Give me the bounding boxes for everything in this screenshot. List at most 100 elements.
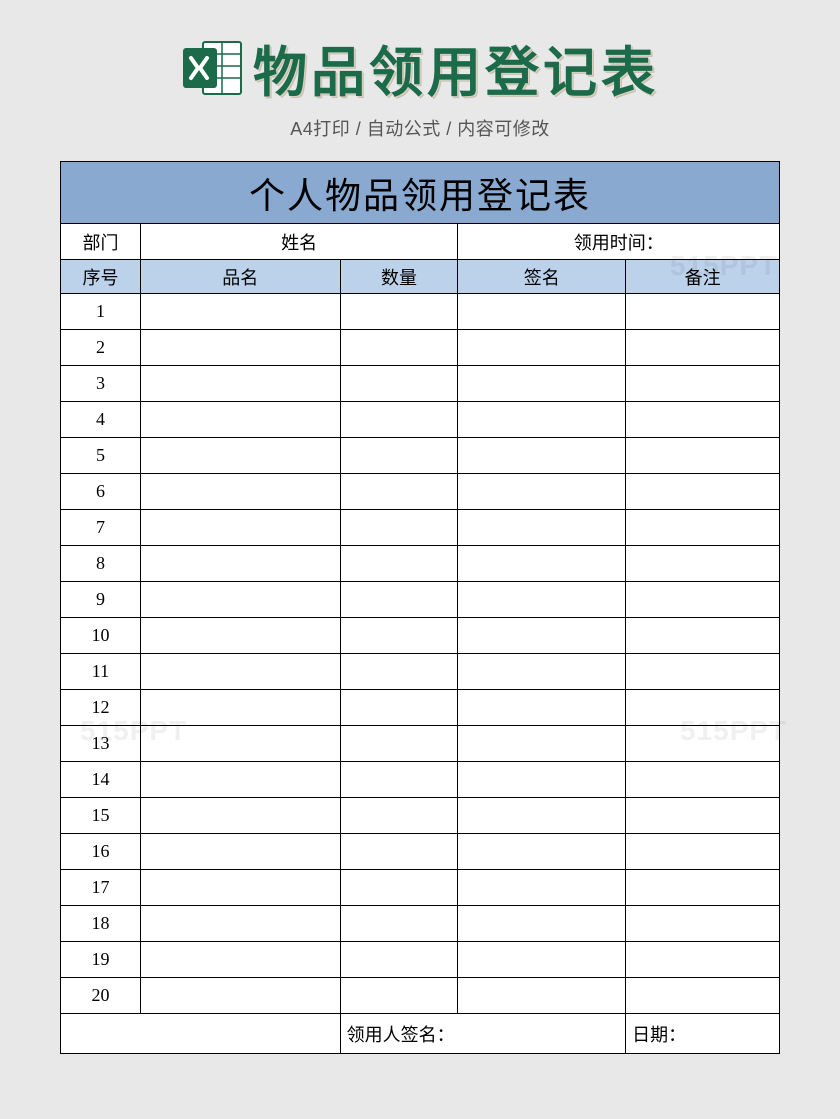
cell (340, 906, 458, 942)
cell-seq: 17 (61, 870, 141, 906)
cell-seq: 18 (61, 906, 141, 942)
table-row: 14 (61, 762, 780, 798)
cell (458, 798, 626, 834)
cell-seq: 4 (61, 402, 141, 438)
cell (140, 474, 340, 510)
cell (140, 618, 340, 654)
cell (340, 438, 458, 474)
table-row: 17 (61, 870, 780, 906)
table-row: 3 (61, 366, 780, 402)
cell (626, 546, 780, 582)
cell (626, 726, 780, 762)
cell (626, 402, 780, 438)
table-row: 9 (61, 582, 780, 618)
col-sign: 签名 (458, 260, 626, 294)
cell (140, 870, 340, 906)
cell (140, 330, 340, 366)
cell (140, 942, 340, 978)
sheet-title-row: 个人物品领用登记表 (61, 162, 780, 224)
cell (340, 798, 458, 834)
cell-seq: 1 (61, 294, 141, 330)
cell-seq: 7 (61, 510, 141, 546)
column-header-row: 序号 品名 数量 签名 备注 (61, 260, 780, 294)
table-row: 2 (61, 330, 780, 366)
table-row: 10 (61, 618, 780, 654)
register-table: 个人物品领用登记表 部门 姓名 领用时间： 序号 品名 数量 签名 备注 123… (60, 161, 780, 1054)
cell-seq: 2 (61, 330, 141, 366)
cell (458, 906, 626, 942)
cell (626, 582, 780, 618)
cell (340, 834, 458, 870)
cell-seq: 14 (61, 762, 141, 798)
cell (340, 474, 458, 510)
cell (626, 762, 780, 798)
time-label: 领用时间： (458, 224, 780, 260)
cell-seq: 12 (61, 690, 141, 726)
cell (458, 762, 626, 798)
table-row: 20 (61, 978, 780, 1014)
cell (458, 510, 626, 546)
cell (340, 942, 458, 978)
cell (340, 690, 458, 726)
page-header: 物品领用登记表 (0, 0, 840, 107)
cell (140, 978, 340, 1014)
cell (140, 690, 340, 726)
cell (340, 582, 458, 618)
cell (340, 366, 458, 402)
cell (140, 654, 340, 690)
cell (626, 654, 780, 690)
cell-seq: 19 (61, 942, 141, 978)
date-label: 日期： (626, 1014, 780, 1054)
cell (140, 834, 340, 870)
table-row: 6 (61, 474, 780, 510)
sheet-title: 个人物品领用登记表 (61, 162, 780, 224)
cell (340, 726, 458, 762)
table-row: 7 (61, 510, 780, 546)
col-seq: 序号 (61, 260, 141, 294)
cell (340, 978, 458, 1014)
cell (626, 366, 780, 402)
cell (340, 510, 458, 546)
cell (340, 870, 458, 906)
cell (140, 906, 340, 942)
page-title: 物品领用登记表 (253, 28, 659, 107)
cell (340, 330, 458, 366)
cell (626, 438, 780, 474)
cell (140, 438, 340, 474)
cell (626, 330, 780, 366)
table-row: 13 (61, 726, 780, 762)
table-row: 1 (61, 294, 780, 330)
table-row: 15 (61, 798, 780, 834)
cell (458, 690, 626, 726)
cell-seq: 20 (61, 978, 141, 1014)
cell (340, 546, 458, 582)
name-label: 姓名 (140, 224, 458, 260)
cell (458, 546, 626, 582)
cell-seq: 3 (61, 366, 141, 402)
cell-seq: 6 (61, 474, 141, 510)
info-row: 部门 姓名 领用时间： (61, 224, 780, 260)
cell (140, 798, 340, 834)
cell (458, 294, 626, 330)
cell (140, 402, 340, 438)
cell (458, 330, 626, 366)
cell-seq: 16 (61, 834, 141, 870)
table-row: 4 (61, 402, 780, 438)
cell-seq: 9 (61, 582, 141, 618)
table-row: 16 (61, 834, 780, 870)
cell (340, 654, 458, 690)
cell (626, 510, 780, 546)
cell (140, 762, 340, 798)
cell (458, 978, 626, 1014)
cell (626, 870, 780, 906)
signer-label: 领用人签名： (340, 1014, 626, 1054)
cell (458, 942, 626, 978)
dept-label: 部门 (61, 224, 141, 260)
cell (140, 546, 340, 582)
table-row: 12 (61, 690, 780, 726)
cell (140, 726, 340, 762)
cell (340, 762, 458, 798)
cell (140, 510, 340, 546)
cell-seq: 5 (61, 438, 141, 474)
footer-row: 领用人签名： 日期： (61, 1014, 780, 1054)
